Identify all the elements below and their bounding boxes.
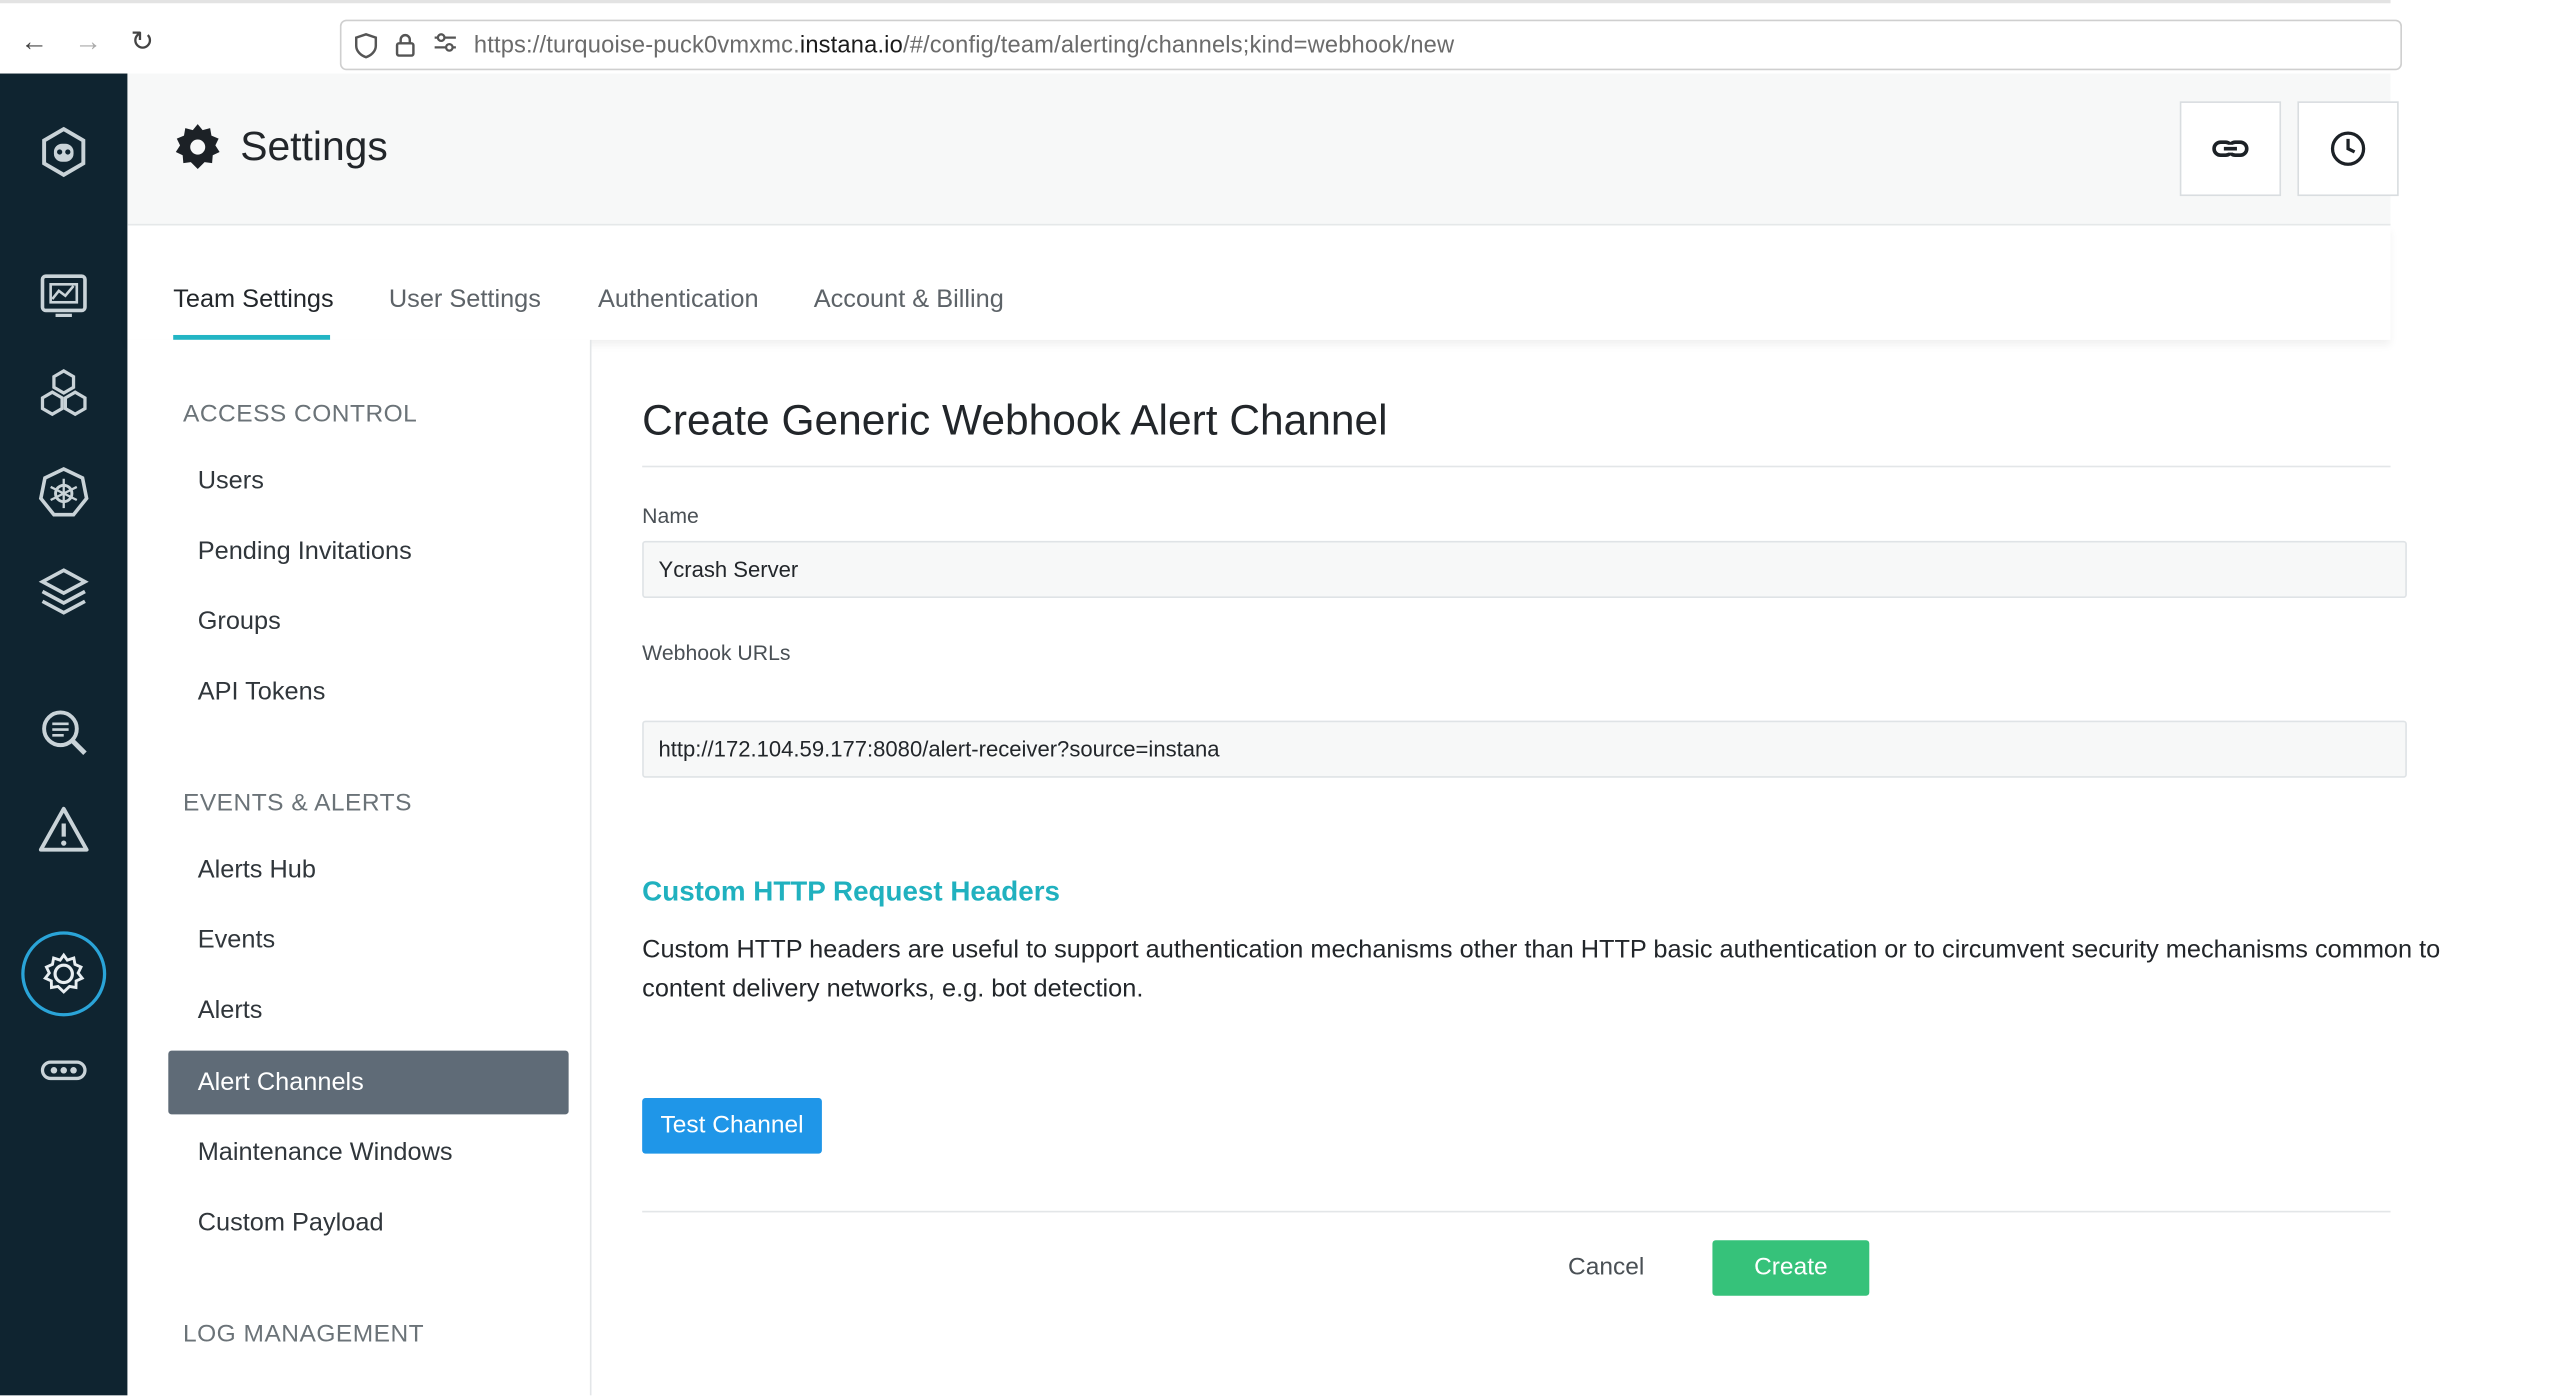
settings-sidebar: ACCESS CONTROL Users Pending Invitations… [127,339,592,1396]
sidebar-item-custom-payload[interactable]: Custom Payload [168,1191,568,1255]
sidebar-item-alert-channels[interactable]: Alert Channels [168,1050,569,1115]
time-picker-button[interactable] [2297,101,2399,197]
sidebar-item-api-tokens[interactable]: API Tokens [168,660,568,724]
sidebar-item-events[interactable]: Events [168,909,568,973]
settings-header: Settings [127,73,2399,226]
sidebar-item-alerts[interactable]: Alerts [168,979,568,1043]
sidebar-item-users[interactable]: Users [168,449,568,513]
section-events-alerts: EVENTS & ALERTS [183,789,412,817]
webhook-urls-label: Webhook URLs [642,640,791,666]
settings-gear-icon-active[interactable] [21,931,107,1017]
applications-icon[interactable] [31,359,96,424]
sidebar-item-alerts-hub[interactable]: Alerts Hub [168,838,568,902]
custom-headers-description: Custom HTTP headers are useful to suppor… [642,936,2441,1004]
sidebar-item-maintenance-windows[interactable]: Maintenance Windows [168,1121,568,1185]
settings-gear-icon [175,124,220,169]
name-field[interactable]: Ycrash Server [642,540,2407,599]
tab-team-settings[interactable]: Team Settings [173,286,333,315]
alert-warning-icon[interactable] [31,797,96,862]
instana-logo-icon[interactable] [31,119,96,184]
forward-arrow-icon[interactable]: → [72,26,105,59]
tab-account-billing[interactable]: Account & Billing [814,286,1004,315]
permissions-icon[interactable] [431,33,457,59]
shield-icon[interactable] [353,33,379,59]
cancel-button[interactable]: Cancel [1549,1240,1663,1296]
settings-tabs: Team Settings User Settings Authenticati… [127,225,2391,340]
app-root: ← → ↻ https://turquoise-puck0vmxmc.insta… [0,0,2554,1396]
webhook-url-field[interactable]: http://172.104.59.177:8080/alert-receive… [642,720,2407,778]
tab-authentication[interactable]: Authentication [598,286,759,315]
back-arrow-icon[interactable]: ← [18,26,51,59]
section-access-control: ACCESS CONTROL [183,400,418,429]
reload-icon[interactable]: ↻ [126,26,159,59]
create-webhook-form: Create Generic Webhook Alert Channel Nam… [593,340,2440,1396]
url-domain: instana.io [799,32,903,59]
tab-user-settings[interactable]: User Settings [389,286,541,315]
analyze-search-icon[interactable] [31,699,96,764]
name-label: Name [642,503,699,528]
footer-divider [642,1210,2391,1213]
section-log-management: LOG MANAGEMENT [183,1320,425,1349]
dashboard-icon[interactable] [31,261,96,326]
infrastructure-stack-icon[interactable] [31,559,96,624]
sidebar-item-groups[interactable]: Groups [168,590,568,654]
link-icon [2212,140,2249,158]
create-button[interactable]: Create [1712,1240,1870,1296]
more-icon[interactable] [31,1038,96,1103]
address-bar[interactable]: https://turquoise-puck0vmxmc.instana.io/… [339,19,2402,71]
sidebar-item-pending-invitations[interactable]: Pending Invitations [168,520,568,584]
browser-toolbar: ← → ↻ https://turquoise-puck0vmxmc.insta… [0,0,2402,74]
url-path: /#/config/team/alerting/channels;kind=we… [902,32,1455,59]
test-channel-button[interactable]: Test Channel [642,1098,822,1154]
lock-icon[interactable] [392,33,418,59]
form-title: Create Generic Webhook Alert Channel [642,395,1388,445]
clock-icon [2330,131,2366,166]
title-divider [642,465,2391,468]
custom-headers-title: Custom HTTP Request Headers [642,875,1060,907]
kubernetes-icon[interactable] [31,459,96,524]
url-text: https://turquoise-puck0vmxmc.instana.io/… [474,33,1454,59]
page-title: Settings [240,124,388,170]
share-link-button[interactable] [2179,101,2282,197]
url-prefix: https://turquoise-puck0vmxmc. [473,32,800,59]
left-nav-rail [0,73,128,1396]
